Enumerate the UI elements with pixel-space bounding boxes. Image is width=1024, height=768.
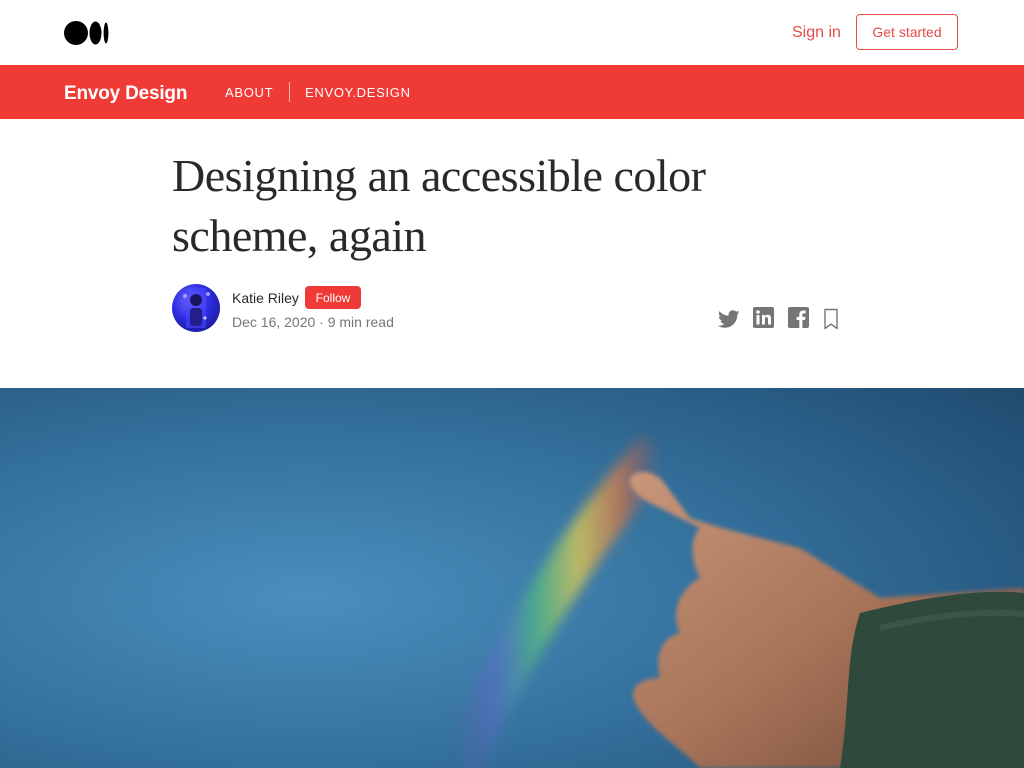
- publication-name[interactable]: Envoy Design: [64, 83, 187, 105]
- sign-in-link[interactable]: Sign in: [792, 24, 841, 42]
- article-meta: Dec 16, 2020 · 9 min read: [232, 314, 394, 330]
- bookmark-icon[interactable]: [823, 308, 839, 330]
- medium-logo-icon[interactable]: [64, 21, 110, 45]
- author-name[interactable]: Katie Riley: [232, 290, 299, 306]
- publication-bar: Envoy Design ABOUT ENVOY.DESIGN: [0, 65, 1024, 119]
- linkedin-icon[interactable]: [753, 307, 774, 328]
- article-title: Designing an accessible color scheme, ag…: [172, 150, 706, 261]
- facebook-icon[interactable]: [788, 307, 809, 328]
- hero-image: [0, 388, 1024, 768]
- get-started-button[interactable]: Get started: [856, 14, 958, 50]
- top-bar: Sign in Get started: [0, 0, 1024, 65]
- follow-button[interactable]: Follow: [305, 286, 361, 309]
- twitter-icon[interactable]: [717, 307, 741, 331]
- nav-envoy-design-link[interactable]: ENVOY.DESIGN: [305, 85, 411, 100]
- author-photo: [183, 288, 210, 328]
- nav-divider: [289, 82, 290, 102]
- nav-about-link[interactable]: ABOUT: [225, 85, 273, 100]
- rainbow-hand-photo: [0, 388, 1024, 768]
- avatar[interactable]: [172, 284, 220, 332]
